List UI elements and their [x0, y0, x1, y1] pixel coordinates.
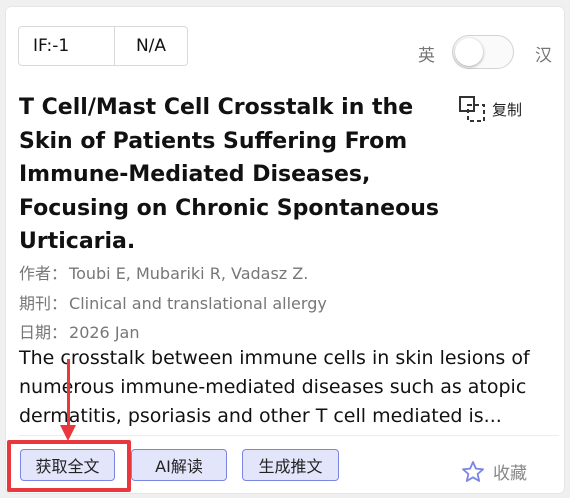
date-row: 日期： 2026 Jan — [19, 319, 139, 343]
copy-label: 复制 — [492, 100, 523, 119]
article-title: T Cell/Mast Cell Crosstalk in the Skin o… — [19, 95, 439, 254]
generate-tweet-button[interactable]: 生成推文 — [242, 449, 339, 481]
authors-value: Toubi E, Mubariki R, Vadasz Z. — [69, 264, 309, 283]
favorite-label: 收藏 — [493, 464, 527, 484]
annotation-highlight-box — [7, 440, 131, 492]
annotation-arrow-head — [60, 425, 76, 441]
journal-value: Clinical and translational allergy — [69, 294, 327, 313]
article-abstract: The crosstalk between immune cells in sk… — [19, 347, 530, 427]
copy-icon — [459, 96, 485, 122]
lang-english-label: 英 — [418, 46, 435, 66]
impact-factor-box: IF:-1 N/A — [18, 26, 188, 66]
language-toggle[interactable] — [452, 35, 514, 69]
authors-label: 作者： — [19, 264, 68, 283]
article-card: IF:-1 N/A 英 汉 T Cell/Mast Cell Crosstalk… — [5, 6, 565, 494]
impact-factor-label: IF:-1 — [19, 27, 115, 65]
annotation-arrow-shaft — [67, 359, 70, 427]
favorite-button[interactable]: 收藏 — [461, 459, 527, 484]
date-value: 2026 Jan — [69, 323, 140, 342]
copy-button[interactable]: 复制 — [458, 95, 522, 123]
journal-row: 期刊： Clinical and translational allergy — [19, 290, 327, 314]
date-label: 日期： — [19, 323, 68, 342]
journal-category-label: N/A — [135, 36, 167, 56]
journal-label: 期刊： — [19, 294, 68, 313]
authors-row: 作者： Toubi E, Mubariki R, Vadasz Z. — [19, 260, 308, 284]
toggle-knob — [455, 38, 483, 66]
divider — [19, 435, 559, 436]
lang-chinese-label: 汉 — [535, 46, 552, 66]
ai-read-button[interactable]: AI解读 — [131, 449, 227, 481]
star-icon — [462, 460, 484, 482]
